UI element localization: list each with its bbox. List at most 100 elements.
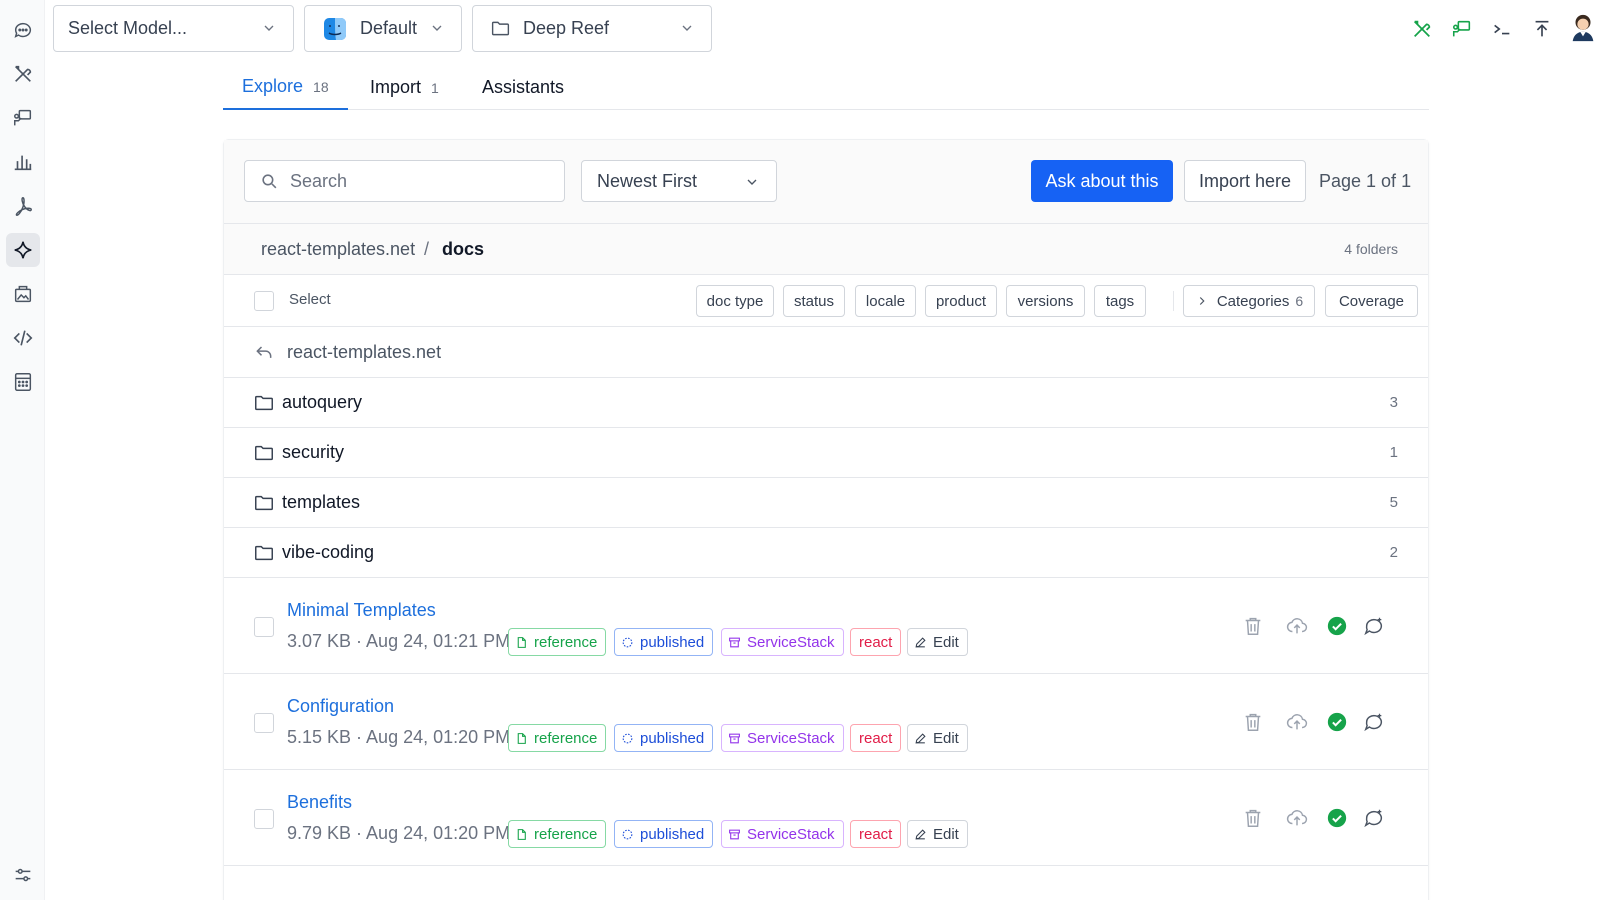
check-circle-icon[interactable] (1324, 805, 1350, 831)
new-chat-icon[interactable] (1361, 613, 1387, 639)
model-select-value: Select Model... (68, 18, 188, 38)
document-checkbox[interactable] (254, 809, 274, 829)
tag-badge[interactable]: react (850, 724, 902, 752)
settings-sliders-icon[interactable] (6, 862, 40, 888)
breadcrumb-separator: / (424, 239, 430, 259)
doc-type-badge[interactable]: reference (508, 724, 607, 752)
filter-tags[interactable]: tags (1094, 285, 1146, 317)
sparkle-icon[interactable] (6, 233, 40, 267)
edit-label: Edit (933, 729, 959, 747)
profile-select-value: Default (360, 18, 418, 38)
new-chat-icon[interactable] (1361, 709, 1387, 735)
sort-select[interactable]: Newest First (581, 160, 777, 202)
status-text: published (640, 825, 705, 843)
doc-type-badge[interactable]: reference (508, 820, 607, 848)
filter-bar: Select doc type status locale product ve… (224, 275, 1428, 327)
check-circle-icon[interactable] (1324, 613, 1350, 639)
trash-icon[interactable] (1240, 709, 1266, 735)
finder-icon (324, 17, 346, 40)
doc-type-badge[interactable]: reference (508, 628, 607, 656)
analytics-icon[interactable] (6, 145, 40, 179)
project-select[interactable]: Deep Reef (472, 5, 712, 52)
document-checkbox[interactable] (254, 617, 274, 637)
parent-folder-link[interactable]: react-templates.net (224, 327, 1428, 378)
tab-explore[interactable]: Explore 18 (223, 65, 348, 110)
breadcrumb-root[interactable]: react-templates.net (261, 239, 415, 260)
search-placeholder: Search (290, 170, 348, 191)
spinner-icon (621, 732, 640, 745)
document-row: Minimal Templates 3.07 KB · Aug 24, 01:21… (224, 578, 1428, 674)
tab-assistants[interactable]: Assistants (463, 65, 583, 110)
code-icon[interactable] (6, 321, 40, 355)
product-badge[interactable]: ServiceStack (721, 820, 844, 848)
tools-active-icon[interactable] (1405, 12, 1439, 46)
filter-doc-type[interactable]: doc type (696, 285, 774, 317)
gallery-icon[interactable] (6, 277, 40, 311)
cloud-upload-icon[interactable] (1284, 613, 1310, 639)
folder-row[interactable]: security 1 (224, 428, 1428, 478)
product-badge[interactable]: ServiceStack (721, 724, 844, 752)
categories-toggle[interactable]: Categories 6 (1183, 285, 1315, 317)
tab-import-count: 1 (431, 79, 439, 96)
edit-label: Edit (933, 825, 959, 843)
edit-button[interactable]: Edit (907, 820, 968, 848)
presenter-icon[interactable] (6, 101, 40, 135)
coverage-button[interactable]: Coverage (1325, 285, 1418, 317)
folder-icon (253, 492, 275, 514)
new-chat-icon[interactable] (1361, 805, 1387, 831)
status-badge[interactable]: published (614, 628, 714, 656)
product-badge[interactable]: ServiceStack (721, 628, 844, 656)
filter-status[interactable]: status (783, 285, 845, 317)
tab-bar: Explore 18 Import 1 Assistants (223, 65, 1429, 110)
back-arrow-icon (256, 346, 272, 358)
chevron-right-icon (1199, 297, 1205, 305)
folder-row[interactable]: templates 5 (224, 478, 1428, 528)
filter-locale[interactable]: locale (855, 285, 916, 317)
status-badge[interactable]: published (614, 820, 714, 848)
user-avatar[interactable] (1566, 10, 1600, 44)
check-circle-icon[interactable] (1324, 709, 1350, 735)
left-sidebar (0, 0, 45, 900)
ask-about-this-button[interactable]: Ask about this (1031, 160, 1173, 202)
terminal-icon[interactable] (1485, 12, 1519, 46)
filter-product[interactable]: product (925, 285, 997, 317)
file-icon (515, 828, 534, 841)
tab-import[interactable]: Import 1 (351, 65, 458, 110)
document-title[interactable]: Configuration (287, 696, 394, 717)
pdf-icon[interactable] (6, 189, 40, 223)
import-here-button[interactable]: Import here (1184, 160, 1306, 202)
select-all-checkbox[interactable] (254, 291, 274, 311)
chat-icon[interactable] (6, 13, 40, 47)
status-badge[interactable]: published (614, 724, 714, 752)
edit-button[interactable]: Edit (907, 628, 968, 656)
chevron-down-icon (264, 25, 274, 31)
tag-badge[interactable]: react (850, 628, 902, 656)
folder-row[interactable]: vibe-coding 2 (224, 528, 1428, 578)
cloud-upload-icon[interactable] (1284, 805, 1310, 831)
folder-row[interactable]: autoquery 3 (224, 378, 1428, 428)
breadcrumb-current: docs (442, 239, 485, 259)
parent-folder-label: react-templates.net (287, 342, 442, 362)
cloud-upload-icon[interactable] (1284, 709, 1310, 735)
filter-versions[interactable]: versions (1006, 285, 1085, 317)
divider (1173, 291, 1174, 311)
tab-import-label: Import (370, 77, 422, 97)
document-checkbox[interactable] (254, 713, 274, 733)
status-text: published (640, 729, 705, 747)
tag-badge[interactable]: react (850, 820, 902, 848)
select-label: Select (289, 291, 331, 308)
folder-name: autoquery (282, 392, 363, 412)
document-title[interactable]: Minimal Templates (287, 600, 436, 621)
profile-select[interactable]: Default (304, 5, 462, 52)
search-input[interactable]: Search (244, 160, 565, 202)
edit-button[interactable]: Edit (907, 724, 968, 752)
presenter-active-icon[interactable] (1445, 12, 1479, 46)
tools-icon[interactable] (6, 57, 40, 91)
trash-icon[interactable] (1240, 613, 1266, 639)
upload-top-icon[interactable] (1525, 12, 1559, 46)
calculator-icon[interactable] (6, 365, 40, 399)
model-select[interactable]: Select Model... (53, 5, 294, 52)
document-title[interactable]: Benefits (287, 792, 352, 813)
pagination-text: Page 1 of 1 (1319, 170, 1412, 191)
trash-icon[interactable] (1240, 805, 1266, 831)
